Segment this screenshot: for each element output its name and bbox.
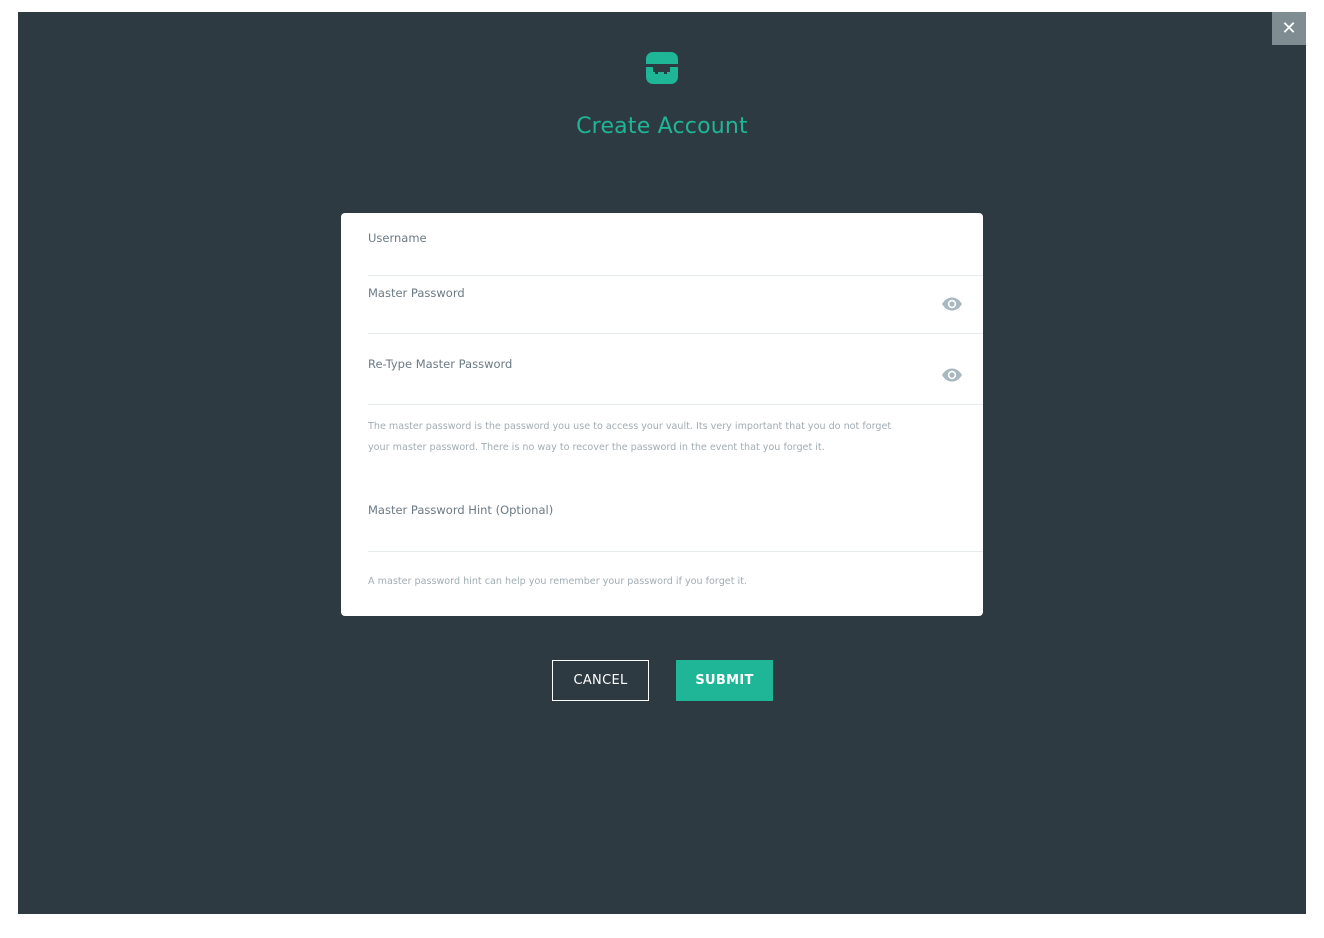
eye-icon[interactable] xyxy=(941,297,963,311)
close-icon: ✕ xyxy=(1281,18,1297,39)
close-button[interactable]: ✕ xyxy=(1272,12,1306,45)
password-hint-field[interactable]: Master Password Hint (Optional) xyxy=(368,488,983,552)
vault-logo-icon xyxy=(646,52,678,84)
cancel-button[interactable]: CANCEL xyxy=(552,660,649,701)
password-hint-help-text: A master password hint can help you reme… xyxy=(368,576,747,587)
eye-icon[interactable] xyxy=(941,368,963,382)
master-password-help-text: The master password is the password you … xyxy=(368,421,892,453)
create-account-form: Username Master Password Re-Type Master … xyxy=(341,213,983,616)
password-hint-label: Master Password Hint (Optional) xyxy=(368,503,554,517)
username-label: Username xyxy=(368,231,427,245)
retype-password-label: Re-Type Master Password xyxy=(368,357,513,371)
retype-password-field[interactable]: Re-Type Master Password xyxy=(368,334,983,405)
submit-button[interactable]: SUBMIT xyxy=(676,660,773,701)
page-title: Create Account xyxy=(576,114,748,139)
master-password-field[interactable]: Master Password xyxy=(368,276,983,334)
create-account-window: ✕ Create Account Username Master Passwor… xyxy=(18,12,1306,914)
master-password-input[interactable] xyxy=(368,304,923,324)
username-input[interactable] xyxy=(368,249,923,269)
master-password-label: Master Password xyxy=(368,286,465,300)
username-field[interactable]: Username xyxy=(368,213,983,276)
retype-password-input[interactable] xyxy=(368,376,923,396)
password-hint-input[interactable] xyxy=(368,522,923,542)
